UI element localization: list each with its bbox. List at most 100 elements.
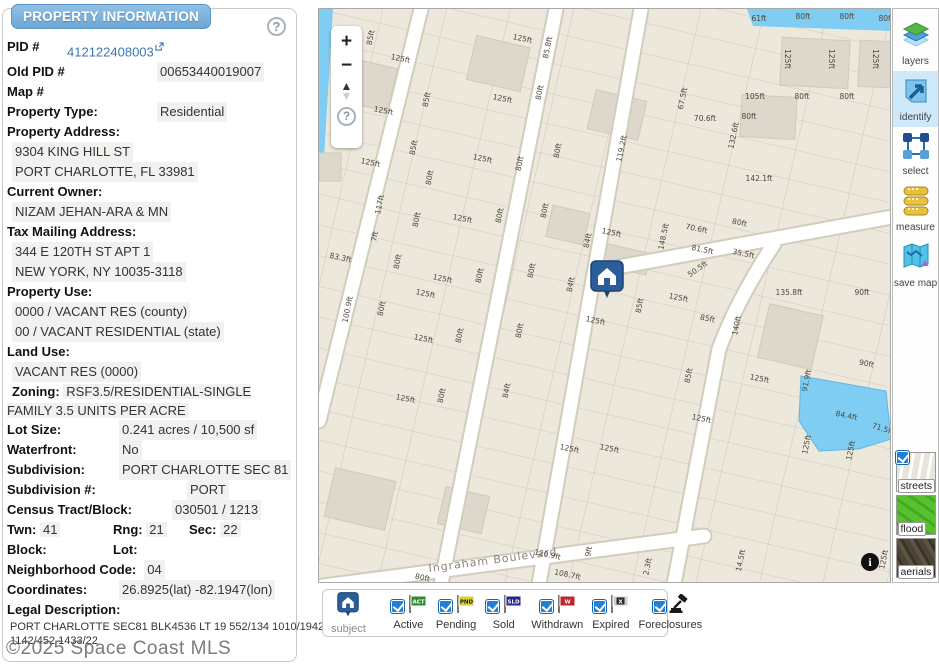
- census-label: Census Tract/Block:: [7, 500, 172, 520]
- neighborhood-code-value: 04: [144, 560, 164, 580]
- active-checkbox[interactable]: [390, 599, 405, 614]
- pending-flag-icon: PND: [455, 594, 475, 619]
- sec-label: Sec:: [189, 522, 216, 537]
- property-address-label: Property Address:: [7, 122, 120, 142]
- layers-icon: [901, 22, 931, 55]
- legend-item-sold: SLD Sold: [485, 596, 522, 631]
- lot-size-value: 0.241 acres / 10,500 sf: [119, 420, 257, 440]
- zoom-in-button[interactable]: +: [334, 30, 359, 54]
- legend-subject: subject: [331, 592, 366, 635]
- sold-flag-icon: SLD: [502, 594, 522, 619]
- map-canvas[interactable]: Ingraham Boulevard 61ft80ft80ft80ft125ft…: [319, 9, 891, 583]
- subdivision-number-value: PORT: [187, 480, 229, 500]
- tool-measure[interactable]: measure: [893, 181, 938, 237]
- svg-text:SLD: SLD: [508, 600, 520, 606]
- identify-icon: [902, 76, 930, 111]
- tool-layers[interactable]: layers: [893, 17, 938, 71]
- map-controls: + − ▲ ▼ ?: [331, 26, 362, 148]
- rng-value: 21: [146, 522, 166, 537]
- subdivision-label: Subdivision:: [7, 460, 119, 480]
- expired-checkbox[interactable]: [592, 599, 607, 614]
- legend-item-expired: X Expired: [592, 596, 629, 631]
- tax-address-line1: 344 E 120TH ST APT 1: [12, 242, 153, 262]
- subdivision-number-label: Subdivision #:: [7, 480, 187, 500]
- toggle-aerials[interactable]: aerials: [896, 538, 936, 578]
- withdrawn-flag-icon: W: [556, 594, 576, 619]
- map-dim-label: 125ft: [871, 49, 880, 69]
- pid-label: PID #: [7, 37, 67, 62]
- select-icon: [902, 132, 930, 165]
- streets-checkbox[interactable]: [895, 450, 910, 465]
- foreclosures-checkbox[interactable]: [652, 599, 667, 614]
- zoom-out-button[interactable]: −: [334, 54, 359, 78]
- property-type-value: Residential: [157, 102, 227, 122]
- pid-link[interactable]: 412122408003: [67, 37, 164, 62]
- map[interactable]: Ingraham Boulevard 61ft80ft80ft80ft125ft…: [318, 8, 891, 583]
- legend-item-withdrawn: W Withdrawn: [531, 596, 583, 631]
- active-flag-icon: ACT: [407, 594, 427, 619]
- map-legend: subject ACT Active PND Pending: [322, 589, 668, 637]
- waterfront-label: Waterfront:: [7, 440, 119, 460]
- legal-description-label: Legal Description:: [7, 600, 120, 620]
- page: PROPERTY INFORMATION ? PID # 41212240800…: [0, 0, 939, 668]
- tax-address-line2: NEW YORK, NY 10035-3118: [12, 262, 186, 282]
- map-dim-label: 80ft: [840, 92, 855, 101]
- toggle-streets[interactable]: streets: [896, 452, 936, 492]
- tool-save-map[interactable]: save map: [893, 237, 938, 293]
- map-dim-label: 142.1ft: [746, 174, 773, 183]
- legend-item-pending: PND Pending: [436, 596, 476, 631]
- sold-checkbox[interactable]: [485, 599, 500, 614]
- map-dim-label: 135.8ft: [776, 288, 803, 297]
- gavel-icon: [669, 594, 689, 619]
- map-toolbar: layers identify select measure: [892, 8, 939, 583]
- panel-title: PROPERTY INFORMATION: [11, 4, 211, 29]
- property-info-panel: PROPERTY INFORMATION ? PID # 41212240800…: [2, 8, 297, 662]
- toggle-flood[interactable]: flood: [896, 495, 936, 535]
- save-map-icon: [901, 242, 931, 277]
- map-dim-label: 90ft: [855, 288, 870, 297]
- subdivision-value: PORT CHARLOTTE SEC 81: [119, 460, 291, 480]
- waterfront-value: No: [119, 440, 142, 460]
- property-address-line1: 9304 KING HILL ST: [12, 142, 133, 162]
- panel-help-icon[interactable]: ?: [267, 17, 286, 36]
- twn-label: Twn:: [7, 522, 36, 537]
- legal-description-line1: PORT CHARLOTTE SEC81 BLK4536 LT 19 552/1…: [7, 620, 292, 634]
- map-dim-label: 125ft: [783, 49, 792, 69]
- property-use-line2: 00 / VACANT RESIDENTIAL (state): [12, 322, 224, 342]
- svg-text:W: W: [564, 600, 570, 606]
- neighborhood-code-label: Neighborhood Code:: [7, 560, 136, 580]
- old-pid-label: Old PID #: [7, 62, 157, 82]
- map-dim-label: 80ft: [742, 112, 757, 121]
- measure-icon: [902, 186, 930, 221]
- map-help-icon[interactable]: ?: [337, 107, 356, 126]
- map-dim-label: 70.6ft: [694, 114, 716, 123]
- sec-value: 22: [220, 522, 240, 537]
- map-dim-label: 61ft: [752, 14, 767, 23]
- external-link-icon: [155, 37, 164, 57]
- tool-select[interactable]: select: [893, 127, 938, 181]
- map-info-icon[interactable]: i: [861, 553, 879, 571]
- svg-text:ACT: ACT: [412, 600, 424, 606]
- subject-icon: [336, 592, 360, 622]
- zoning-label: Zoning:: [7, 384, 60, 399]
- map-dim-label: 80ft: [879, 14, 892, 23]
- map-number-label: Map #: [7, 82, 44, 102]
- tool-identify[interactable]: identify: [893, 71, 938, 127]
- lot-field-label: Lot:: [113, 542, 138, 557]
- tax-address-label: Tax Mailing Address:: [7, 222, 136, 242]
- withdrawn-checkbox[interactable]: [539, 599, 554, 614]
- map-dim-label: 105ft: [745, 92, 765, 101]
- pending-checkbox[interactable]: [438, 599, 453, 614]
- map-dim-label: 80ft: [840, 12, 855, 21]
- owner-label: Current Owner:: [7, 182, 102, 202]
- compass-control[interactable]: ▲ ▼: [341, 81, 353, 101]
- map-dim-label: 125ft: [827, 49, 836, 69]
- property-type-label: Property Type:: [7, 102, 157, 122]
- svg-text:PND: PND: [459, 600, 473, 606]
- expired-flag-icon: X: [609, 594, 629, 619]
- block-label: Block:: [7, 542, 47, 557]
- map-dim-label: 80ft: [796, 12, 811, 21]
- land-use-value: VACANT RES (0000): [12, 362, 141, 382]
- map-dim-label: 80ft: [795, 92, 810, 101]
- compass-down-icon: ▼: [341, 91, 353, 101]
